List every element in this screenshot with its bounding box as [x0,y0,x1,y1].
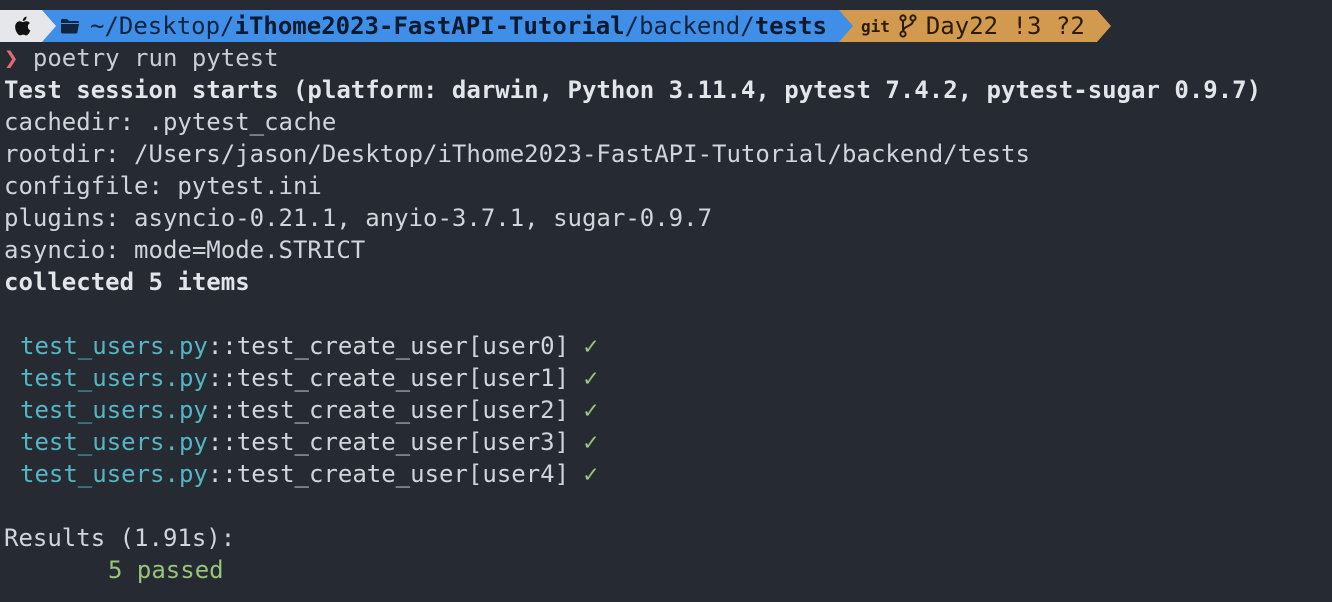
check-icon: ✓ [583,428,598,456]
branch-status: Day22 !3 ?2 [925,12,1085,40]
branch-icon [899,14,917,38]
prompt-separator [838,10,853,42]
results-passed: 5 passed [108,556,224,584]
test-file: test_users.py [20,396,208,424]
test-row: test_users.py::test_create_user[user2] ✓ [4,394,1332,426]
test-file: test_users.py [20,428,208,456]
check-icon: ✓ [583,332,598,360]
test-row: test_users.py::test_create_user[user4] ✓ [4,458,1332,490]
prompt-bar: ~/Desktop/iThome2023-FastAPI-Tutorial/ba… [0,10,1332,42]
prompt-git-segment: git Day22 !3 ?2 [838,10,1097,42]
test-file: test_users.py [20,460,208,488]
check-icon: ✓ [583,460,598,488]
configfile-line: configfile: pytest.ini [4,172,322,200]
session-header: Test session starts (platform: darwin, P… [4,76,1262,104]
git-label: git [860,16,890,36]
test-name: ::test_create_user[user4] [207,460,570,488]
path-repo: iThome2023-FastAPI-Tutorial [234,12,625,40]
prompt-separator [42,10,56,42]
path-last: tests [754,12,827,40]
path-prefix: ~/Desktop/ [90,12,235,40]
test-row: test_users.py::test_create_user[user3] ✓ [4,426,1332,458]
test-row: test_users.py::test_create_user[user0] ✓ [4,330,1332,362]
rootdir-line: rootdir: /Users/jason/Desktop/iThome2023… [4,140,1030,168]
check-icon: ✓ [583,364,598,392]
prompt-separator [1096,10,1111,42]
test-name: ::test_create_user[user2] [207,396,570,424]
apple-icon [15,16,31,36]
path-sep: /backend/ [624,12,755,40]
prompt-directory-segment: ~/Desktop/iThome2023-FastAPI-Tutorial/ba… [42,10,839,42]
test-name: ::test_create_user[user1] [207,364,570,392]
prompt-os-segment [0,10,42,42]
test-name: ::test_create_user[user0] [207,332,570,360]
collected-line: collected 5 items [4,268,250,296]
asyncio-line: asyncio: mode=Mode.STRICT [4,236,366,264]
check-icon: ✓ [583,396,598,424]
folder-icon [61,19,79,34]
test-file: test_users.py [20,332,208,360]
terminal-window[interactable]: ~/Desktop/iThome2023-FastAPI-Tutorial/ba… [0,10,1332,602]
test-file: test_users.py [20,364,208,392]
command-line: ❯ poetry run pytest [4,42,1332,74]
prompt-char: ❯ [4,44,19,72]
test-row: test_users.py::test_create_user[user1] ✓ [4,362,1332,394]
command-text: poetry run pytest [18,44,279,72]
plugins-line: plugins: asyncio-0.21.1, anyio-3.7.1, su… [4,204,713,232]
cachedir-line: cachedir: .pytest_cache [4,108,337,136]
results-label: Results (1.91s): [4,524,236,552]
test-name: ::test_create_user[user3] [207,428,570,456]
